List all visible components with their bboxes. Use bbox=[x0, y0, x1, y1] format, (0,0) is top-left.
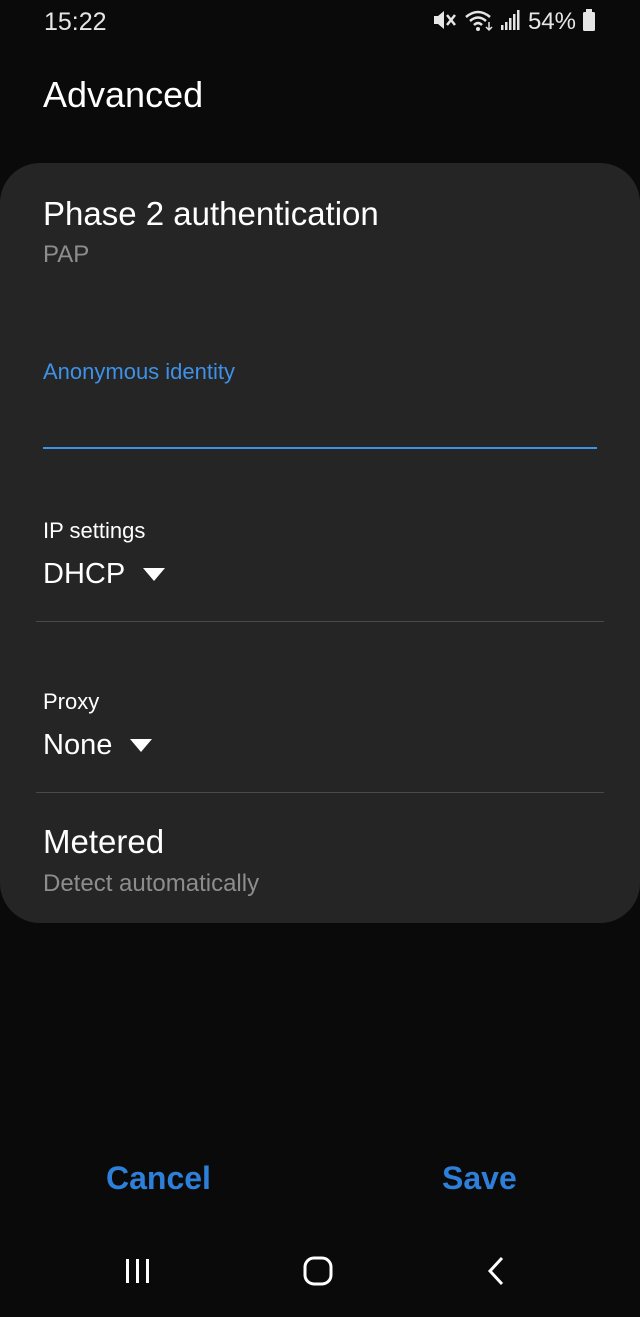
anonymous-identity-input[interactable] bbox=[43, 395, 597, 449]
mute-icon bbox=[432, 8, 458, 37]
phase2-title: Phase 2 authentication bbox=[43, 195, 379, 232]
ip-settings-label: IP settings bbox=[43, 518, 146, 543]
save-button[interactable]: Save bbox=[442, 1160, 517, 1197]
home-button[interactable] bbox=[288, 1250, 348, 1296]
anonymous-identity-label: Anonymous identity bbox=[43, 359, 235, 384]
signal-icon bbox=[500, 8, 520, 37]
recents-icon bbox=[123, 1257, 153, 1290]
status-icons: 54% bbox=[432, 6, 596, 38]
battery-percent: 54% bbox=[527, 8, 576, 35]
proxy-label: Proxy bbox=[43, 689, 100, 714]
proxy-dropdown[interactable]: None bbox=[43, 725, 153, 765]
dropdown-arrow-icon bbox=[143, 567, 166, 581]
divider bbox=[36, 621, 604, 622]
status-bar: 15:22 54% bbox=[0, 0, 640, 44]
screen: 15:22 54% Advanced Phase 2 authenticatio… bbox=[0, 0, 640, 1317]
settings-card: Phase 2 authentication PAP Anonymous ide… bbox=[0, 163, 640, 923]
cancel-button[interactable]: Cancel bbox=[106, 1160, 211, 1197]
divider bbox=[36, 792, 604, 793]
wifi-icon bbox=[464, 8, 494, 37]
home-icon bbox=[302, 1255, 334, 1292]
page-title: Advanced bbox=[43, 74, 204, 115]
ip-settings-value: DHCP bbox=[43, 557, 126, 590]
back-button[interactable] bbox=[466, 1250, 526, 1296]
phase2-value: PAP bbox=[43, 241, 90, 268]
recents-button[interactable] bbox=[108, 1250, 168, 1296]
ip-settings-dropdown[interactable]: DHCP bbox=[43, 554, 166, 594]
proxy-value: None bbox=[43, 728, 113, 761]
metered-value: Detect automatically bbox=[43, 870, 260, 897]
dropdown-arrow-icon bbox=[130, 738, 153, 752]
battery-icon bbox=[582, 8, 596, 37]
metered-title: Metered bbox=[43, 823, 165, 860]
status-time: 15:22 bbox=[44, 8, 107, 36]
back-icon bbox=[484, 1255, 508, 1292]
